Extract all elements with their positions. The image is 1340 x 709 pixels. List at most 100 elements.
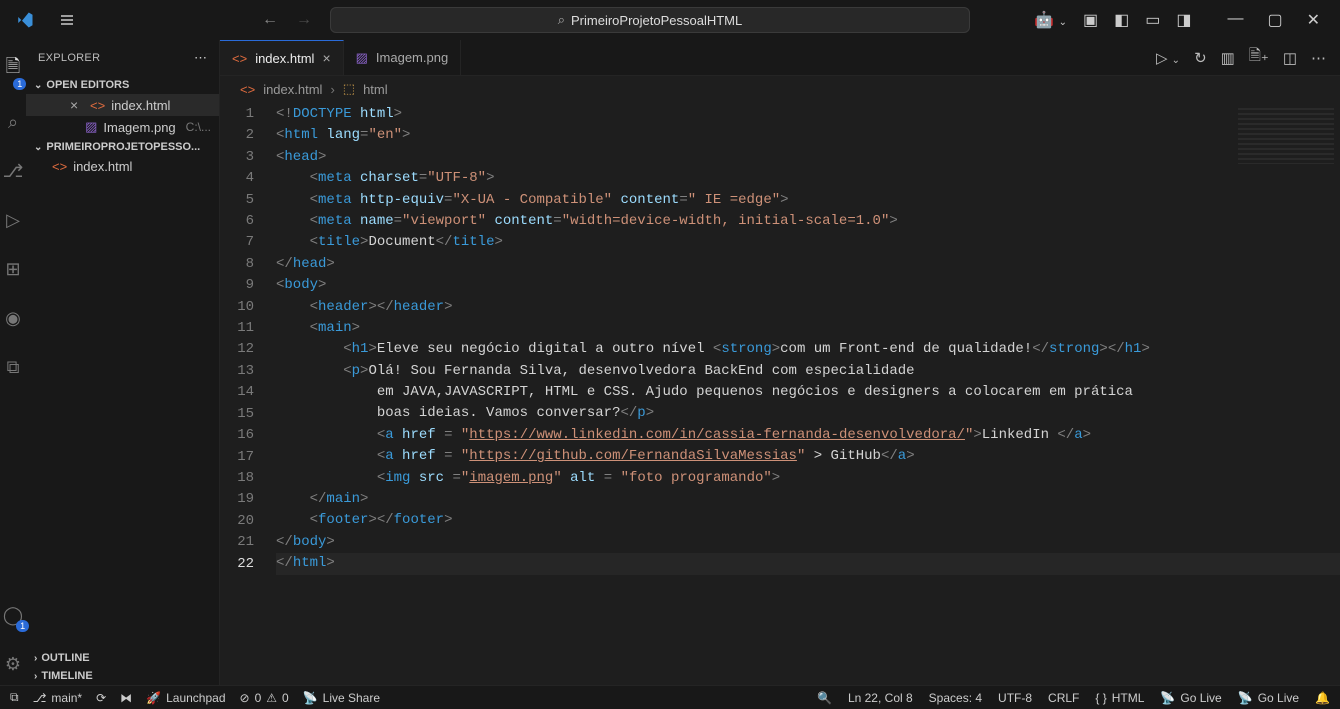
run-icon[interactable]: ▷ ⌄: [1156, 49, 1180, 67]
timeline-section[interactable]: › TIMELINE: [26, 667, 219, 685]
editor-tab[interactable]: ▨ Imagem.png: [344, 40, 462, 75]
graph-icon: ⧓: [120, 691, 132, 705]
github-icon[interactable]: ◉: [5, 308, 21, 329]
cursor-position[interactable]: Ln 22, Col 8: [848, 691, 913, 705]
timeline-icon[interactable]: ↻: [1194, 49, 1207, 67]
problems-indicator[interactable]: ⊘0 ⚠0: [240, 691, 289, 705]
nav-forward-icon[interactable]: →: [296, 11, 312, 29]
warning-icon: ⚠: [266, 691, 277, 705]
copilot-icon[interactable]: 🤖 ⌄: [1034, 10, 1067, 30]
file-name: index.html: [73, 159, 132, 174]
broadcast-icon: 📡: [1238, 691, 1253, 705]
launchpad-button[interactable]: 🚀Launchpad: [146, 691, 225, 705]
line-numbers: 12345678910111213141516171819202122: [220, 102, 276, 685]
open-editor-item[interactable]: ▨ Imagem.png C:\...: [26, 116, 219, 138]
sidebar-more-icon[interactable]: ⋯: [194, 50, 207, 66]
remote-icon[interactable]: ⧉: [7, 357, 20, 378]
indent-button[interactable]: Spaces: 4: [929, 691, 982, 705]
remote-indicator[interactable]: ⧉: [10, 690, 19, 705]
window-close-icon[interactable]: ✕: [1307, 10, 1320, 30]
sidebar-title: EXPLORER: [38, 52, 100, 64]
new-file-icon[interactable]: 🗎₊: [1249, 45, 1269, 70]
explorer-icon[interactable]: 🗎1: [6, 54, 20, 84]
image-file-icon: ▨: [85, 119, 97, 135]
symbol-icon: ⬚: [343, 81, 355, 97]
hamburger-menu-icon[interactable]: [50, 12, 84, 28]
accounts-icon[interactable]: ◯1: [3, 605, 23, 626]
sync-button[interactable]: ⟳: [96, 691, 106, 705]
window-maximize-icon[interactable]: ▢: [1267, 10, 1282, 30]
html-file-icon: <>: [232, 51, 247, 66]
html-file-icon: <>: [52, 159, 67, 174]
explorer-sidebar: EXPLORER ⋯ ⌄ OPEN EDITORS × <> index.html ▨…: [26, 40, 220, 685]
image-file-icon: ▨: [356, 50, 368, 66]
file-name: Imagem.png: [103, 120, 175, 135]
code-content[interactable]: <!DOCTYPE html><html lang="en"><head> <m…: [276, 102, 1340, 685]
error-icon: ⊘: [240, 691, 250, 705]
chevron-right-icon: ›: [330, 82, 334, 97]
editor-area: <>index.html×▨Imagem.png ▷ ⌄ ↻ ▥ 🗎₊ ◫ ⋯ …: [220, 40, 1340, 685]
sync-icon: ⟳: [96, 691, 106, 705]
rocket-icon: 🚀: [146, 691, 161, 705]
eol-button[interactable]: CRLF: [1048, 691, 1079, 705]
breadcrumb[interactable]: <> index.html › ⬚ html: [220, 76, 1340, 102]
outline-section[interactable]: › OUTLINE: [26, 649, 219, 667]
window-minimize-icon[interactable]: —: [1227, 10, 1243, 30]
remote-icon: ⧉: [10, 690, 19, 705]
panel-right-icon[interactable]: ◨: [1176, 10, 1191, 30]
split-editor-icon[interactable]: ◫: [1283, 49, 1297, 67]
notifications-button[interactable]: 🔔: [1315, 691, 1330, 705]
close-icon[interactable]: ×: [70, 97, 84, 113]
chevron-right-icon: ›: [34, 671, 37, 682]
command-center-search[interactable]: ⌕ PrimeiroProjetoPessoalHTML: [330, 7, 970, 33]
go-live-button-2[interactable]: 📡Go Live: [1238, 691, 1299, 705]
encoding-button[interactable]: UTF-8: [998, 691, 1032, 705]
extensions-icon[interactable]: ⊞: [5, 259, 20, 280]
vscode-logo-icon: [8, 11, 42, 29]
liveshare-icon: 📡: [303, 691, 318, 705]
tabs-row: <> index.html × ▨ Imagem.png ▷ ⌄ ↻ ▥ 🗎₊ ◫ ⋯: [220, 40, 1340, 76]
bell-icon: 🔔: [1315, 691, 1330, 705]
chevron-down-icon: ⌄: [34, 142, 42, 153]
panel-left-icon[interactable]: ◧: [1114, 10, 1129, 30]
close-icon[interactable]: ×: [322, 50, 330, 66]
nav-back-icon[interactable]: ←: [262, 11, 278, 29]
project-section[interactable]: ⌄ PRIMEIROPROJETOPESSO...: [26, 138, 219, 156]
tab-label: index.html: [255, 51, 314, 66]
title-bar: ← → ⌕ PrimeiroProjetoPessoalHTML 🤖 ⌄ ▣ ◧…: [0, 0, 1340, 40]
broadcast-icon: 📡: [1160, 691, 1175, 705]
branch-icon: ⎇: [33, 691, 47, 705]
html-file-icon: <>: [90, 98, 105, 113]
project-file-item[interactable]: <> index.html: [26, 156, 219, 177]
editor-tab[interactable]: <> index.html ×: [220, 40, 344, 75]
compare-icon[interactable]: ▥: [1221, 49, 1235, 67]
file-path: C:\...: [186, 120, 211, 134]
activity-bar: 🗎1 ⌕ ⎇ ▷ ⊞ ◉ ⧉ ◯1 ⚙: [0, 40, 26, 685]
zoom-icon: 🔍: [817, 691, 832, 705]
zoom-button[interactable]: 🔍: [817, 691, 832, 705]
graph-button[interactable]: ⧓: [120, 691, 132, 705]
language-mode-button[interactable]: { }HTML: [1095, 691, 1144, 705]
file-name: index.html: [111, 98, 170, 113]
tab-label: Imagem.png: [376, 50, 448, 65]
search-icon[interactable]: ⌕: [8, 112, 18, 133]
code-editor[interactable]: 12345678910111213141516171819202122 <!DO…: [220, 102, 1340, 685]
open-editors-section[interactable]: ⌄ OPEN EDITORS: [26, 76, 219, 94]
editor-more-icon[interactable]: ⋯: [1311, 49, 1326, 67]
status-bar: ⧉ ⎇main* ⟳ ⧓ 🚀Launchpad ⊘0 ⚠0 📡Live Shar…: [0, 685, 1340, 709]
source-control-icon[interactable]: ⎇: [3, 161, 24, 182]
code-icon: { }: [1095, 691, 1106, 705]
html-file-icon: <>: [240, 82, 255, 97]
chevron-right-icon: ›: [34, 653, 37, 664]
liveshare-button[interactable]: 📡Live Share: [303, 691, 380, 705]
search-icon: ⌕: [558, 12, 565, 28]
chevron-down-icon: ⌄: [34, 80, 42, 91]
go-live-button[interactable]: 📡Go Live: [1160, 691, 1221, 705]
run-debug-icon[interactable]: ▷: [6, 210, 20, 231]
open-editor-item[interactable]: × <> index.html: [26, 94, 219, 116]
layout-customize-icon[interactable]: ▣: [1083, 10, 1098, 30]
search-text: PrimeiroProjetoPessoalHTML: [571, 13, 742, 28]
panel-bottom-icon[interactable]: ▭: [1145, 10, 1160, 30]
settings-gear-icon[interactable]: ⚙: [5, 654, 21, 675]
branch-indicator[interactable]: ⎇main*: [33, 691, 83, 705]
